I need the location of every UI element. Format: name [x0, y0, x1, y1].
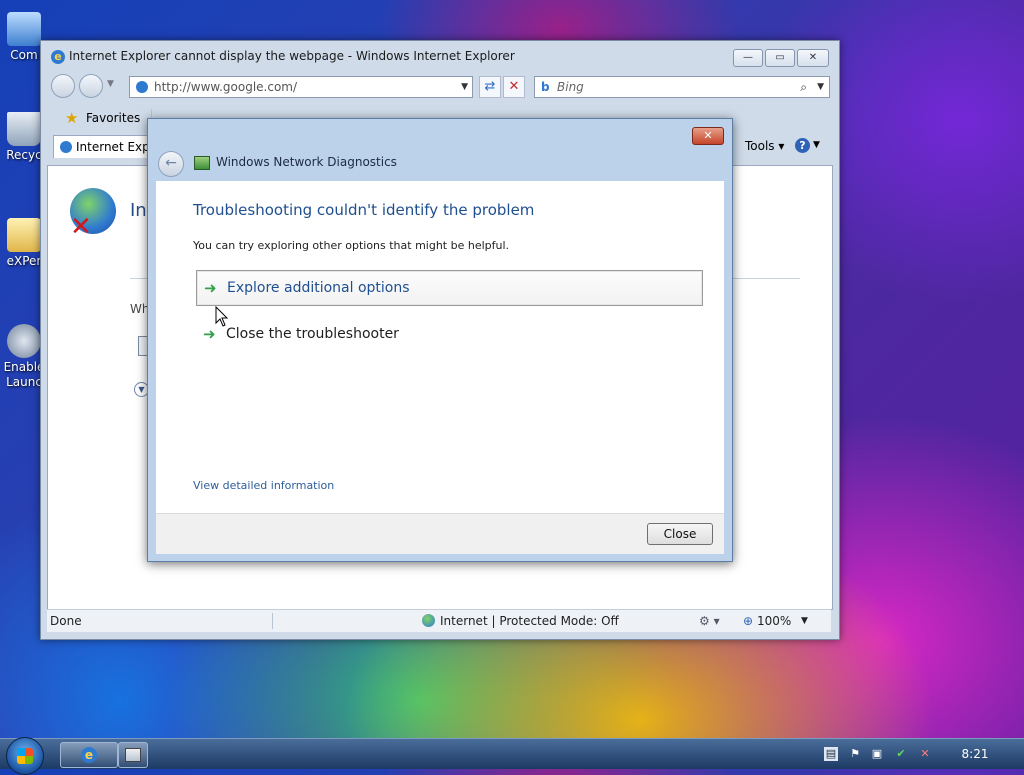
status-bar: Done Internet | Protected Mode: Off ⚙ ▾ …	[47, 609, 831, 632]
internet-zone-icon	[422, 614, 435, 627]
dialog-footer: Close	[156, 513, 724, 554]
tray-flag-icon[interactable]: ⚑	[848, 747, 862, 761]
network-diagnostics-dialog: ✕ ← Windows Network Diagnostics Troubles…	[147, 118, 733, 562]
close-troubleshooter-label: Close the troubleshooter	[226, 326, 399, 342]
explore-options-link[interactable]: ➜ Explore additional options	[196, 270, 703, 306]
page-icon	[136, 81, 148, 93]
error-x-icon: ✕	[70, 212, 92, 242]
taskbar-diagnostics-button[interactable]	[118, 742, 148, 768]
tray-security-icon[interactable]: ✔	[894, 747, 908, 761]
view-details-link[interactable]: View detailed information	[193, 479, 334, 492]
favorites-star-icon: ★	[65, 109, 79, 127]
status-divider	[272, 613, 273, 629]
close-button[interactable]: Close	[647, 523, 713, 545]
maximize-button[interactable]: ▭	[765, 49, 795, 67]
diagnostics-taskbar-icon	[125, 748, 141, 762]
minimize-button[interactable]: —	[733, 49, 763, 67]
launcher-icon	[7, 324, 41, 358]
tray-volume-muted-icon[interactable]: ✕	[918, 747, 932, 761]
start-button[interactable]	[6, 737, 44, 775]
dialog-title: Windows Network Diagnostics	[216, 155, 397, 169]
recycle-bin-icon	[7, 112, 41, 146]
protected-mode-icon[interactable]: ⚙ ▾	[699, 610, 720, 632]
folder-icon	[7, 218, 41, 252]
tab-ie-icon	[60, 141, 72, 153]
green-arrow-icon: ➜	[204, 279, 217, 297]
dialog-close-x-button[interactable]: ✕	[692, 127, 724, 145]
search-placeholder: Bing	[557, 80, 584, 94]
refresh-button[interactable]: ⇄	[479, 76, 501, 98]
dialog-heading: Troubleshooting couldn't identify the pr…	[193, 201, 535, 219]
close-troubleshooter-link[interactable]: ➜ Close the troubleshooter	[196, 317, 701, 351]
help-icon[interactable]: ?	[795, 138, 810, 153]
taskbar: e ▤ ⚑ ▣ ✔ ✕ 8:21	[0, 737, 1024, 775]
zone-text[interactable]: Internet | Protected Mode: Off	[440, 610, 619, 632]
tools-menu[interactable]: Tools ▾	[745, 139, 784, 153]
zoom-level[interactable]: 100%	[757, 610, 791, 632]
network-diagnostics-icon	[194, 156, 210, 170]
green-arrow-icon: ➜	[203, 325, 216, 343]
close-window-button[interactable]: ✕	[797, 49, 829, 67]
help-dropdown-icon[interactable]: ▼	[813, 140, 820, 150]
bing-icon: b	[541, 80, 550, 94]
dialog-subtext: You can try exploring other options that…	[193, 239, 510, 252]
status-text: Done	[50, 614, 82, 628]
search-icon[interactable]: ⌕	[800, 77, 807, 97]
search-input[interactable]: b Bing ⌕ ▼	[534, 76, 830, 98]
address-value: http://www.google.com/	[154, 80, 298, 94]
window-title: Internet Explorer cannot display the web…	[69, 49, 515, 63]
dialog-body: Troubleshooting couldn't identify the pr…	[156, 181, 724, 513]
taskbar-clock[interactable]: 8:21	[940, 739, 1010, 769]
ie-taskbar-icon: e	[81, 747, 97, 763]
forward-button[interactable]	[79, 74, 103, 98]
nav-history-dropdown[interactable]: ▼	[107, 79, 114, 89]
taskbar-ie-button[interactable]: e	[60, 742, 118, 768]
tray-notes-icon[interactable]: ▤	[824, 747, 838, 761]
tools-label: Tools	[745, 139, 775, 153]
stop-button[interactable]: ✕	[503, 76, 525, 98]
ie-logo-icon: e	[51, 50, 65, 64]
zoom-dropdown-icon[interactable]: ▼	[801, 610, 808, 632]
tray-network-icon[interactable]: ▣	[870, 747, 884, 761]
zoom-icon: ⊕	[743, 614, 754, 628]
search-dropdown-icon[interactable]: ▼	[817, 77, 824, 97]
favorites-button[interactable]: Favorites	[86, 111, 140, 125]
back-button[interactable]	[51, 74, 75, 98]
mouse-cursor	[215, 306, 229, 327]
windows-logo-icon	[17, 748, 33, 764]
computer-icon	[7, 12, 41, 46]
address-dropdown-icon[interactable]: ▼	[461, 77, 468, 97]
explore-options-label: Explore additional options	[227, 280, 410, 296]
address-bar[interactable]: http://www.google.com/ ▼	[129, 76, 473, 98]
dialog-back-button[interactable]: ←	[158, 151, 184, 177]
